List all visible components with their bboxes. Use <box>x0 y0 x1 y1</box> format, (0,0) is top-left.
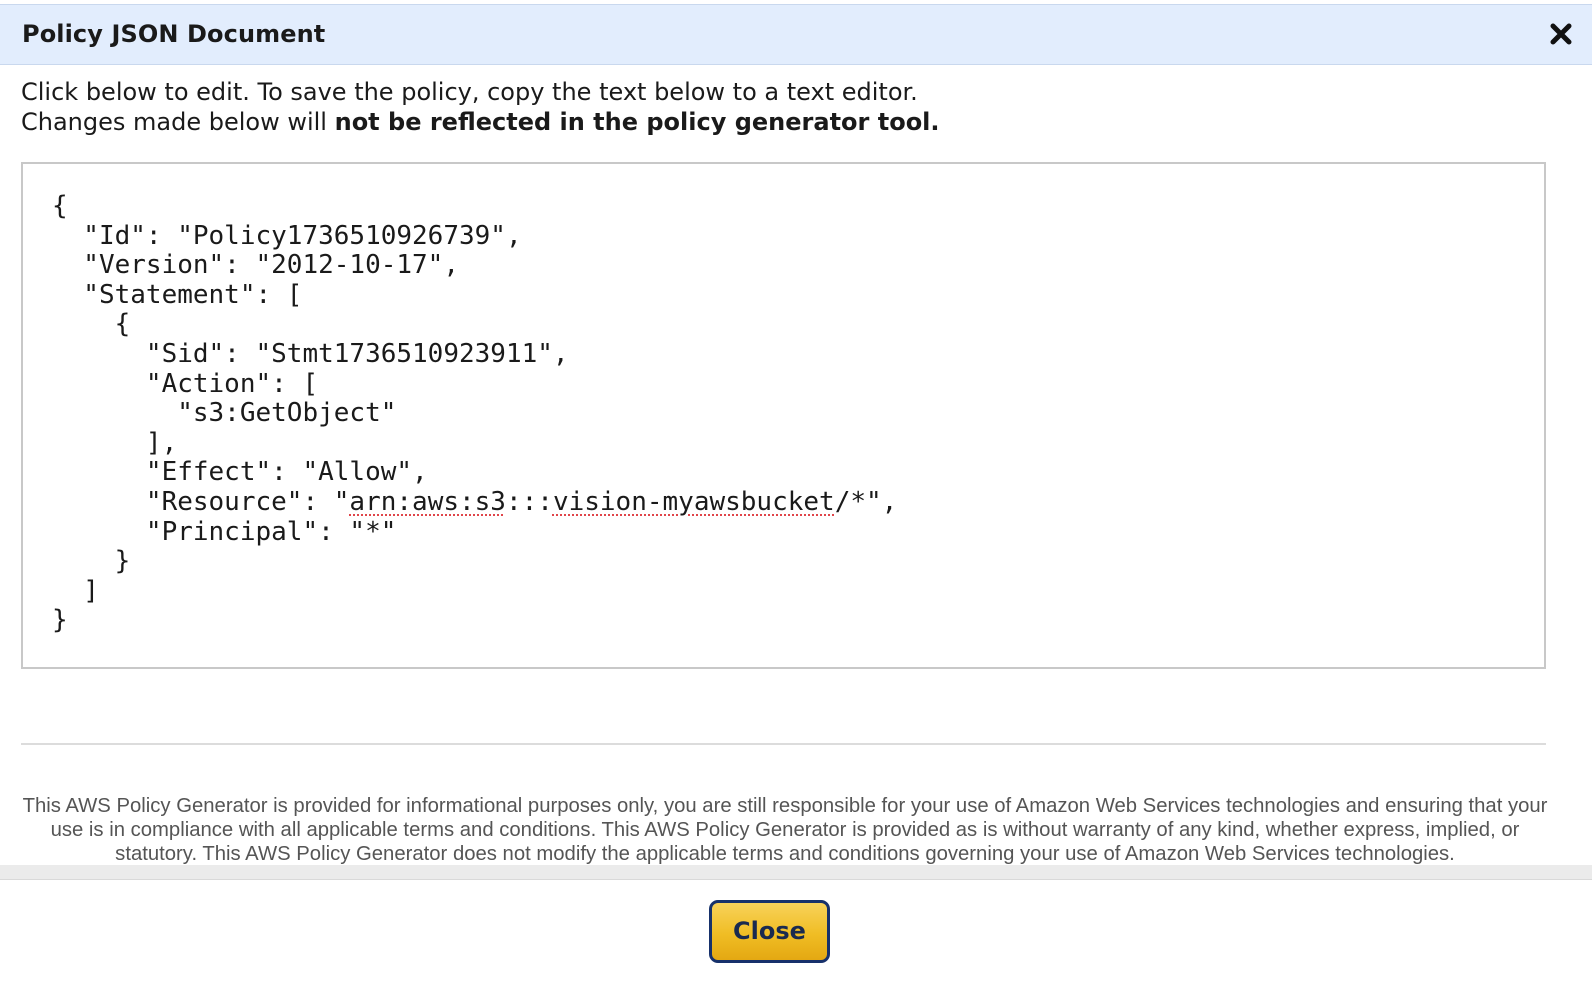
close-icon[interactable] <box>1548 21 1574 47</box>
code-line: "Effect": "Allow", <box>52 457 428 488</box>
policy-json-text[interactable]: { "Id": "Policy1736510926739", "Version"… <box>52 191 897 636</box>
policy-json-editor[interactable]: { "Id": "Policy1736510926739", "Version"… <box>21 162 1546 669</box>
code-line: { <box>52 191 68 221</box>
code-fragment: "Resource": " <box>52 486 350 517</box>
code-line: "Id": "Policy1736510926739", <box>52 220 522 251</box>
instructions-warning: not be reflected in the policy generator… <box>334 108 940 136</box>
instructions: Click below to edit. To save the policy,… <box>21 77 940 137</box>
code-line: { <box>52 309 131 340</box>
instructions-line-1: Click below to edit. To save the policy,… <box>21 78 918 106</box>
disclaimer-text: This AWS Policy Generator is provided fo… <box>22 795 1548 865</box>
policy-json-dialog: Policy JSON Document Click below to edit… <box>0 0 1592 1002</box>
code-fragment: /*", <box>834 486 898 517</box>
code-line: } <box>52 605 68 636</box>
code-line: ], <box>52 427 178 458</box>
spellcheck-underline: arn:aws:s3 <box>349 486 506 517</box>
close-button[interactable]: Close <box>709 900 830 963</box>
instructions-line-2-prefix: Changes made below will <box>21 108 335 136</box>
code-line: "s3:GetObject" <box>52 398 397 429</box>
dialog-title-bar: Policy JSON Document <box>0 4 1592 65</box>
code-line: "Version": "2012-10-17", <box>52 250 459 281</box>
code-line: "Sid": "Stmt1736510923911", <box>52 338 569 369</box>
code-line: "Action": [ <box>52 368 319 399</box>
code-fragment: ::: <box>505 486 553 517</box>
code-line: } <box>52 546 131 577</box>
dialog-title: Policy JSON Document <box>22 20 326 48</box>
spellcheck-underline: vision-myawsbucket <box>552 486 835 517</box>
code-line: "Principal": "*" <box>52 516 397 547</box>
code-line: "Statement": [ <box>52 279 303 310</box>
divider <box>21 743 1546 745</box>
code-line: ] <box>52 575 99 606</box>
instructions-line-2: Changes made below will not be reflected… <box>21 107 940 137</box>
footer-separator <box>0 865 1592 880</box>
code-line-resource: "Resource": "arn:aws:s3:::vision-myawsbu… <box>52 487 897 517</box>
